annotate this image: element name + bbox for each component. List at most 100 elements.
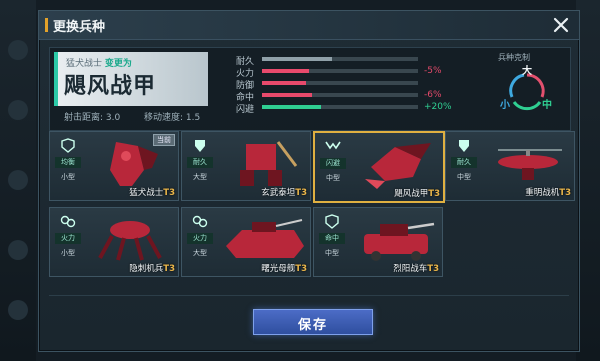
unit-name-text: 飓风战甲 (394, 189, 429, 199)
stat-delta: -5% (424, 66, 442, 76)
unit-type-icon (325, 141, 341, 150)
unit-name: 玄武泰坦T3 (261, 186, 307, 198)
stat-row: 火力 -5% (236, 66, 476, 79)
dialog-title: 更换兵种 (53, 20, 106, 35)
side-icon (8, 240, 28, 260)
unit-name-text: 猛犬战士 (129, 188, 164, 198)
range-label: 射击距离: 3.0 (64, 113, 121, 123)
unit-tags: 火力 小型 (53, 211, 83, 273)
unit-tags: 闪避 中型 (318, 136, 348, 198)
unit-tags: 耐久 中型 (449, 135, 479, 197)
unit-name: 隐刺机兵T3 (129, 262, 175, 274)
unit-card[interactable]: 命中中型烈阳战车T3 (313, 207, 443, 277)
stat-row: 命中 -6% (236, 90, 476, 103)
unit-tier: T3 (295, 188, 307, 198)
unit-name-text: 烈阳战车 (393, 264, 428, 274)
side-icon (8, 170, 28, 190)
unit-name: 重明战机T3 (525, 186, 571, 198)
unit-type-label: 火力 (55, 233, 81, 244)
unit-type-icon (195, 140, 205, 152)
unit-name: 猛犬战士T3 (129, 186, 175, 198)
unit-name-text: 玄武泰坦 (261, 188, 296, 198)
side-icon (8, 100, 28, 120)
unit-tier: T3 (427, 264, 439, 274)
unit-size-label: 大型 (193, 249, 207, 257)
stat-bar (262, 81, 418, 85)
stat-bar-fill (262, 69, 309, 73)
unit-card[interactable]: 均衡 小型猛犬战士T3 当前 (49, 131, 179, 201)
unit-card[interactable]: 火力小型隐刺机兵T3 (49, 207, 179, 277)
stat-bar (262, 57, 418, 61)
new-unit-name: 飓风战甲 (64, 74, 157, 99)
unit-size-label: 大型 (193, 173, 207, 181)
stat-row: 防御 (236, 78, 476, 91)
unit-portrait (226, 219, 304, 258)
unit-tier: T3 (428, 189, 440, 199)
unit-info-panel: 猛犬战士 变更为 飓风战甲 射击距离: 3.0 移动速度: 1.5 耐久 火力 -5… (49, 47, 571, 131)
unit-tier: T3 (559, 188, 571, 198)
unit-card[interactable]: 耐久中型重明战机T3 (445, 131, 575, 201)
background-left (0, 0, 36, 361)
unit-type-label: 耐久 (187, 157, 213, 168)
unit-card[interactable]: 耐久大型玄武泰坦T3 (181, 131, 311, 201)
unit-size-label: 中型 (457, 173, 471, 181)
unit-type-label: 命中 (319, 233, 345, 244)
side-icon (8, 300, 28, 320)
stat-bar-fill (262, 57, 333, 61)
unit-tags: 耐久 大型 (185, 135, 215, 197)
save-button[interactable]: 保存 (253, 309, 373, 335)
stat-bar (262, 105, 418, 109)
close-icon[interactable] (549, 13, 573, 37)
stat-row: 耐久 (236, 54, 476, 67)
unit-type-icon (459, 140, 469, 152)
counter-small: 小 (500, 100, 510, 111)
unit-size-label: 中型 (325, 249, 339, 257)
stat-bar (262, 69, 418, 73)
unit-portrait (365, 143, 431, 189)
unit-portrait (364, 222, 435, 261)
unit-card[interactable]: 火力大型曙光母舰T3 (181, 207, 311, 277)
unit-type-label: 耐久 (451, 157, 477, 168)
unit-tier: T3 (163, 264, 175, 274)
counter-medium: 中 (542, 100, 552, 111)
unit-tier: T3 (163, 188, 175, 198)
unit-type-label: 均衡 (55, 157, 81, 168)
speed-label: 移动速度: 1.5 (144, 113, 201, 123)
unit-card[interactable]: 闪避中型飓风战甲T3 (313, 131, 445, 203)
divider (49, 295, 569, 296)
current-badge: 当前 (153, 134, 175, 146)
unit-type-label: 火力 (187, 233, 213, 244)
unit-size-label: 小型 (61, 249, 75, 257)
stat-bar-fill (262, 105, 322, 109)
stat-row: 闪避 +20% (236, 102, 476, 115)
unit-tags: 命中 中型 (317, 211, 347, 273)
unit-type-icon (61, 138, 75, 153)
unit-type-icon (60, 215, 76, 228)
stat-bar-fill (262, 81, 306, 85)
unit-tags: 均衡 小型 (53, 135, 83, 197)
selected-unit-banner: 猛犬战士 变更为 飓风战甲 (54, 52, 208, 106)
unit-type-label: 闪避 (320, 158, 346, 169)
unit-name-text: 曙光母舰 (261, 264, 296, 274)
unit-name-text: 重明战机 (525, 188, 560, 198)
unit-tags: 火力 大型 (185, 211, 215, 273)
unit-name-text: 隐刺机兵 (129, 264, 164, 274)
stat-delta: -6% (424, 90, 442, 100)
title-accent (45, 18, 48, 32)
unit-type-icon (192, 215, 208, 228)
stat-bar (262, 93, 418, 97)
unit-size-label: 中型 (326, 174, 340, 182)
stat-bar-fill (262, 93, 312, 97)
unit-name: 飓风战甲T3 (394, 187, 440, 199)
unit-type-icon (325, 214, 339, 229)
unit-portrait (240, 141, 298, 186)
unit-name: 烈阳战车T3 (393, 262, 439, 274)
dialog-titlebar: 更换兵种 (39, 11, 579, 40)
stat-label: 闪避 (236, 105, 255, 115)
side-icon (8, 40, 28, 60)
counter-big: 大 (522, 66, 532, 77)
unit-tier: T3 (295, 264, 307, 274)
unit-portrait (498, 149, 562, 180)
save-button-label: 保存 (297, 318, 328, 333)
change-unit-dialog: 更换兵种 猛犬战士 变更为 飓风战甲 射击距离: 3.0 移动速度: 1.5 耐… (38, 10, 580, 352)
